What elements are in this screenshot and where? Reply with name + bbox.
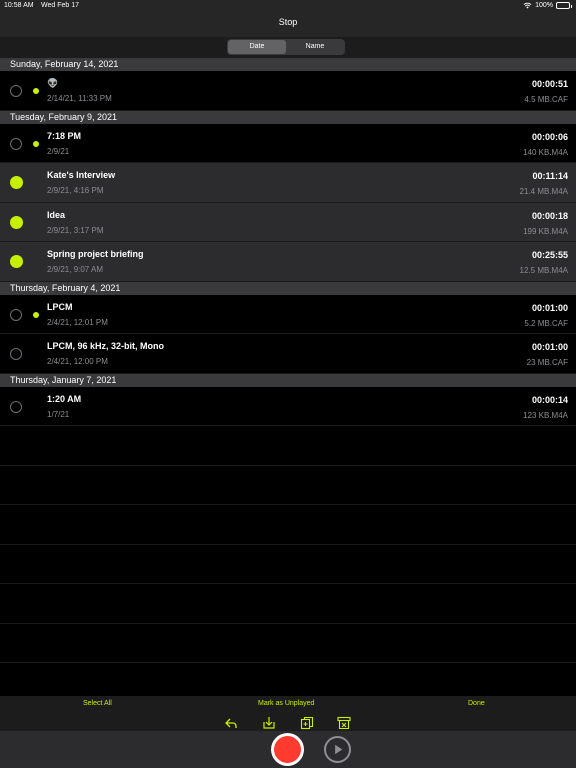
recording-duration: 00:01:00 bbox=[531, 302, 568, 313]
recording-size: 4.5 MB.CAF bbox=[524, 95, 568, 104]
recording-row[interactable]: 👽 2/14/21, 11:33 PM 00:00:51 4.5 MB.CAF bbox=[0, 71, 576, 111]
recording-duration: 00:00:18 bbox=[531, 210, 568, 221]
record-button[interactable] bbox=[271, 733, 304, 766]
select-circle-icon[interactable] bbox=[10, 400, 22, 413]
duplicate-icon[interactable] bbox=[300, 716, 314, 730]
section-header: Tuesday, February 9, 2021 bbox=[0, 110, 576, 124]
play-icon bbox=[335, 744, 343, 755]
recording-row[interactable]: LPCM 2/4/21, 12:01 PM 00:01:00 5.2 MB.CAF bbox=[0, 295, 576, 334]
select-all-button[interactable]: Select All bbox=[83, 700, 112, 707]
download-icon[interactable] bbox=[262, 716, 276, 730]
status-right: 100% bbox=[523, 2, 572, 9]
sort-name-segment[interactable]: Name bbox=[286, 40, 344, 54]
recording-size: 123 KB.M4A bbox=[523, 410, 568, 420]
sort-bar: Date Name bbox=[0, 37, 576, 58]
recording-duration: 00:25:55 bbox=[531, 250, 568, 260]
recording-size: 199 KB.M4A bbox=[523, 226, 568, 236]
recording-size: 21.4 MB.M4A bbox=[519, 187, 568, 196]
recording-date: 1/7/21 bbox=[47, 409, 70, 419]
recordings-list[interactable]: Sunday, February 14, 2021 👽 2/14/21, 11:33… bbox=[0, 58, 576, 696]
recording-date: 2/4/21, 12:00 PM bbox=[47, 357, 108, 366]
status-date: Wed Feb 17 bbox=[41, 2, 80, 9]
recording-row[interactable]: Idea 2/9/21, 3:17 PM 00:00:18 199 KB.M4A bbox=[0, 202, 576, 242]
trash-icon[interactable] bbox=[337, 716, 351, 730]
section-header: Thursday, February 4, 2021 bbox=[0, 281, 576, 295]
recording-name: LPCM, 96 kHz, 32-bit, Mono bbox=[47, 341, 165, 351]
recording-row[interactable]: 7:18 PM 2/9/21 00:00:06 140 KB.M4A bbox=[0, 124, 576, 163]
recording-date: 2/9/21, 4:16 PM bbox=[47, 186, 104, 195]
recording-name: LPCM bbox=[47, 301, 73, 312]
recording-size: 5.2 MB.CAF bbox=[524, 318, 568, 328]
recording-duration: 00:00:14 bbox=[531, 394, 568, 405]
section-header: Sunday, February 14, 2021 bbox=[0, 58, 576, 71]
recording-row[interactable]: 1:20 AM 1/7/21 00:00:14 123 KB.M4A bbox=[0, 387, 576, 426]
battery-icon bbox=[556, 2, 572, 9]
unplayed-dot-icon bbox=[33, 88, 39, 94]
recording-duration: 00:00:06 bbox=[531, 131, 568, 142]
nav-bar: Stop bbox=[0, 12, 576, 37]
empty-list-row bbox=[0, 466, 576, 505]
recording-name: 7:18 PM bbox=[47, 130, 82, 141]
recording-size: 12.5 MB.M4A bbox=[519, 266, 568, 275]
recording-duration: 00:11:14 bbox=[532, 171, 568, 181]
empty-list-row bbox=[0, 545, 576, 584]
play-button[interactable] bbox=[324, 736, 351, 763]
done-button[interactable]: Done bbox=[468, 700, 485, 707]
wifi-icon bbox=[523, 2, 532, 9]
select-circle-icon[interactable] bbox=[10, 137, 22, 150]
recording-row[interactable]: Spring project briefing 2/9/21, 9:07 AM 00… bbox=[0, 242, 576, 282]
recording-date: 2/9/21, 9:07 AM bbox=[47, 265, 104, 274]
recording-duration: 00:00:51 bbox=[531, 79, 568, 89]
recording-duration: 00:01:00 bbox=[531, 342, 568, 352]
recording-name: Spring project briefing bbox=[47, 249, 144, 259]
section-header: Thursday, January 7, 2021 bbox=[0, 373, 576, 387]
recording-date: 2/9/21, 3:17 PM bbox=[47, 225, 104, 235]
recording-size: 140 KB.M4A bbox=[523, 147, 568, 157]
unplayed-dot-icon bbox=[33, 140, 39, 147]
recording-name: 👽 bbox=[47, 78, 59, 88]
select-circle-icon[interactable] bbox=[10, 85, 22, 97]
empty-list-row bbox=[0, 584, 576, 624]
recording-name: 1:20 AM bbox=[47, 393, 82, 404]
recording-size: 23 MB.CAF bbox=[526, 358, 568, 367]
select-circle-icon[interactable] bbox=[10, 348, 22, 360]
battery-percent: 100% bbox=[535, 2, 553, 9]
recording-row[interactable]: Kate's Interview 2/9/21, 4:16 PM 00:11:14 2… bbox=[0, 163, 576, 203]
unplayed-dot-icon bbox=[33, 311, 39, 318]
status-bar: 10:58 AM Wed Feb 17 100% bbox=[0, 0, 576, 12]
selected-check-icon[interactable] bbox=[10, 215, 23, 229]
empty-list-row bbox=[0, 426, 576, 466]
empty-list-row bbox=[0, 663, 576, 696]
status-time: 10:58 AM bbox=[4, 2, 34, 9]
sort-segmented-control: Date Name bbox=[227, 39, 345, 55]
selected-check-icon[interactable] bbox=[10, 255, 23, 268]
recording-date: 2/4/21, 12:01 PM bbox=[47, 317, 108, 327]
recording-name: Kate's Interview bbox=[47, 170, 116, 180]
page-title[interactable]: Stop bbox=[0, 17, 576, 27]
edit-toolbar bbox=[0, 716, 576, 732]
select-circle-icon[interactable] bbox=[10, 308, 22, 321]
empty-list-row bbox=[0, 624, 576, 663]
empty-list-row bbox=[0, 505, 576, 545]
selected-check-icon[interactable] bbox=[10, 176, 23, 189]
recording-date: 2/14/21, 11:33 PM bbox=[47, 94, 112, 103]
recording-name: Idea bbox=[47, 209, 66, 220]
sort-date-segment[interactable]: Date bbox=[228, 40, 286, 54]
recording-row[interactable]: LPCM, 96 kHz, 32-bit, Mono 2/4/21, 12:00 … bbox=[0, 334, 576, 374]
recording-date: 2/9/21 bbox=[47, 146, 70, 156]
reply-icon[interactable] bbox=[224, 716, 238, 730]
mark-unplayed-button[interactable]: Mark as Unplayed bbox=[258, 700, 314, 707]
record-bar bbox=[0, 731, 576, 768]
